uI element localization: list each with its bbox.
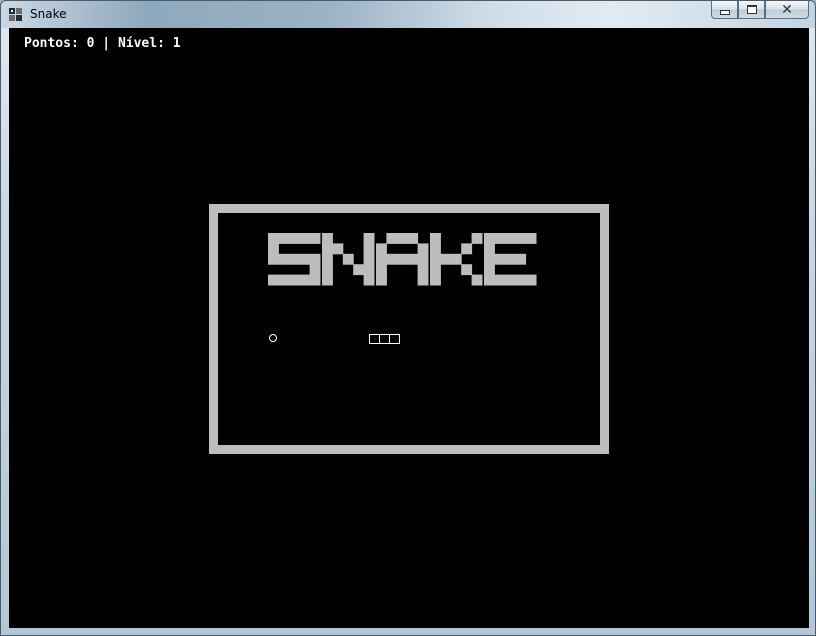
logo-letter-k [430, 233, 483, 286]
game-canvas[interactable]: Pontos: 0 | Nível: 1 [9, 28, 809, 628]
app-icon[interactable] [8, 6, 24, 22]
minimize-icon [719, 10, 730, 15]
close-icon: ✕ [781, 1, 793, 18]
logo-letter-n [322, 233, 375, 286]
snake-logo [268, 233, 537, 286]
logo-letter-s [268, 233, 321, 286]
app-window: Snake ✕ Pontos: 0 | Nível: 1 [0, 0, 816, 636]
window-title: Snake [30, 7, 67, 21]
logo-letter-a [376, 233, 429, 286]
title-bar[interactable]: Snake ✕ [1, 1, 815, 28]
logo-letter-e [484, 233, 537, 286]
maximize-icon [746, 5, 757, 14]
maximize-button[interactable] [738, 1, 765, 19]
close-button[interactable]: ✕ [765, 1, 809, 19]
minimize-button[interactable] [711, 1, 738, 19]
food-icon [269, 334, 277, 342]
window-controls: ✕ [711, 1, 809, 20]
snake-segment [389, 334, 400, 344]
